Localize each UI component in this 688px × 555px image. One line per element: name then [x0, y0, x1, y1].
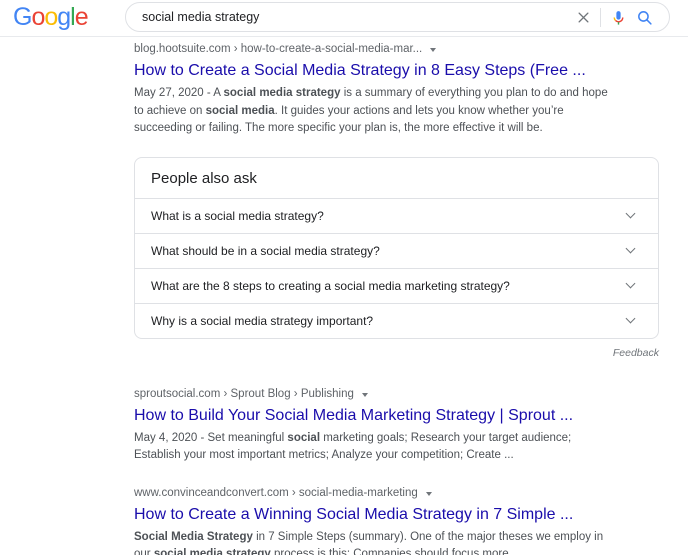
snippet-segment: Social Media Strategy [134, 531, 253, 543]
people-also-ask-box: People also ask What is a social media s… [134, 157, 659, 339]
snippet-segment: May 4, 2020 - Set meaningful [134, 432, 287, 444]
chevron-down-icon [626, 244, 636, 254]
result-snippet: May 27, 2020 - A social media strategy i… [134, 85, 620, 138]
search-result: sproutsocial.com › Sprout Blog › Publish… [134, 387, 668, 465]
question-text: What is a social media strategy? [151, 209, 324, 223]
breadcrumb: www.convinceandconvert.com › social-medi… [134, 486, 668, 501]
search-header: Google [0, 0, 688, 37]
breadcrumb: blog.hootsuite.com › how-to-create-a-soc… [134, 42, 668, 57]
people-also-ask-question[interactable]: Why is a social media strategy important… [135, 303, 658, 338]
search-submit-icon[interactable] [631, 4, 657, 30]
result-title-link[interactable]: How to Create a Social Media Strategy in… [134, 60, 668, 81]
breadcrumb-dropdown-icon[interactable] [430, 48, 436, 52]
feedback-row: Feedback [134, 343, 659, 361]
logo-letter: o [44, 3, 57, 32]
result-title-link[interactable]: How to Build Your Social Media Marketing… [134, 405, 668, 426]
breadcrumb-dropdown-icon[interactable] [426, 492, 432, 496]
question-text: What should be in a social media strateg… [151, 244, 380, 258]
question-text: What are the 8 steps to creating a socia… [151, 279, 510, 293]
snippet-segment: social media strategy [224, 87, 341, 99]
snippet-segment: social media [206, 105, 275, 117]
searchbar-divider [600, 8, 601, 27]
search-results-page: blog.hootsuite.com › how-to-create-a-soc… [0, 37, 688, 555]
google-logo[interactable]: Google [13, 3, 88, 32]
breadcrumb: sproutsocial.com › Sprout Blog › Publish… [134, 387, 668, 402]
result-snippet: Social Media Strategy in 7 Simple Steps … [134, 529, 620, 555]
snippet-segment: May 27, 2020 - A [134, 87, 224, 99]
question-text: Why is a social media strategy important… [151, 314, 373, 328]
people-also-ask-question[interactable]: What are the 8 steps to creating a socia… [135, 268, 658, 303]
chevron-down-icon [626, 279, 636, 289]
clear-search-icon[interactable] [570, 4, 596, 30]
feedback-link[interactable]: Feedback [613, 347, 659, 359]
snippet-segment: process is this: Companies should focus … [271, 548, 522, 555]
chevron-down-icon [626, 209, 636, 219]
people-also-ask-question[interactable]: What is a social media strategy? [135, 198, 658, 233]
voice-search-mic-icon[interactable] [605, 4, 631, 30]
breadcrumb-text: sproutsocial.com › Sprout Blog › Publish… [134, 387, 354, 402]
people-also-ask-question[interactable]: What should be in a social media strateg… [135, 233, 658, 268]
search-input[interactable] [142, 10, 570, 24]
chevron-down-icon [626, 314, 636, 324]
snippet-segment: social [287, 432, 320, 444]
result-snippet: May 4, 2020 - Set meaningful social mark… [134, 430, 620, 465]
search-result: blog.hootsuite.com › how-to-create-a-soc… [134, 42, 668, 138]
snippet-segment: social media strategy [154, 548, 271, 555]
logo-letter: e [75, 3, 88, 32]
result-title-link[interactable]: How to Create a Winning Social Media Str… [134, 504, 668, 525]
logo-letter: G [13, 3, 31, 32]
breadcrumb-text: www.convinceandconvert.com › social-medi… [134, 486, 418, 501]
results-bottom: sproutsocial.com › Sprout Blog › Publish… [134, 387, 668, 555]
search-bar[interactable] [125, 2, 670, 32]
people-also-ask-rows: What is a social media strategy? What sh… [135, 198, 658, 338]
search-result: www.convinceandconvert.com › social-medi… [134, 486, 668, 555]
results-top: blog.hootsuite.com › how-to-create-a-soc… [134, 42, 668, 138]
logo-letter: g [57, 3, 70, 32]
logo-letter: o [31, 3, 44, 32]
breadcrumb-text: blog.hootsuite.com › how-to-create-a-soc… [134, 42, 422, 57]
breadcrumb-dropdown-icon[interactable] [362, 393, 368, 397]
people-also-ask-title: People also ask [135, 158, 658, 198]
